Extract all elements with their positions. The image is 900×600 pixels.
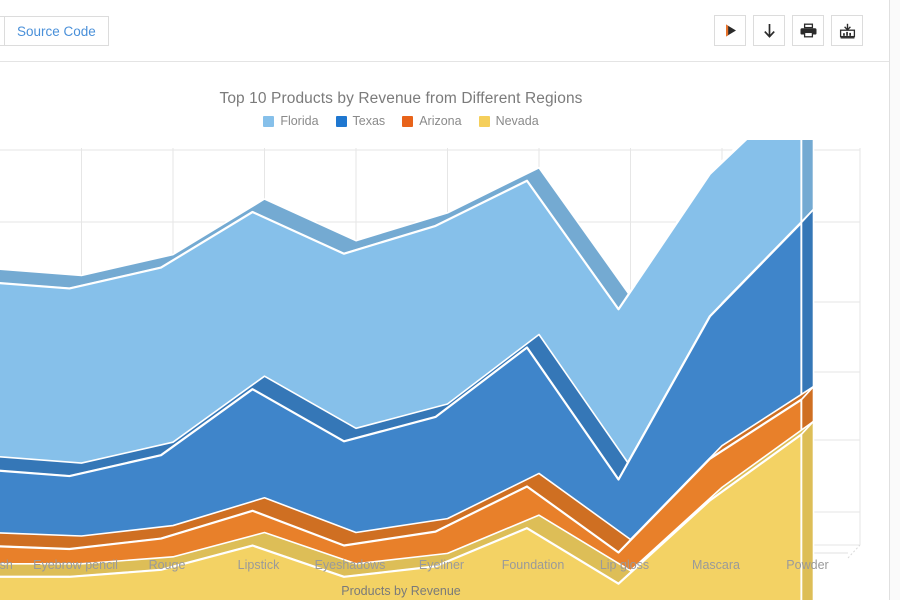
play-icon [723, 23, 738, 38]
toolbar-icon-group [714, 15, 863, 46]
legend-label: Arizona [419, 114, 462, 128]
x-tick-label: Mascara [692, 558, 740, 572]
download-button[interactable] [753, 15, 785, 46]
legend-label: Nevada [495, 114, 539, 128]
x-tick-label: Eyebrow pencil [33, 558, 118, 572]
print-icon [800, 23, 817, 38]
download-icon [762, 23, 777, 39]
export-chart-button[interactable] [831, 15, 863, 46]
area-right-face [800, 208, 815, 401]
legend-item-arizona[interactable]: Arizona [402, 114, 462, 128]
chart-card: Top 10 Products by Revenue from Differen… [0, 62, 890, 600]
x-tick-label: Foundation [501, 558, 565, 572]
x-tick-label: Eyeliner [418, 558, 465, 572]
chart-toolbar: Source Code [0, 0, 890, 62]
grid-line [847, 544, 861, 559]
source-code-button-group: Source Code [0, 16, 109, 46]
right-gutter [890, 0, 900, 600]
legend-swatch-icon [478, 115, 490, 127]
chart-plot-area [0, 140, 890, 600]
x-tick-label: Eyeshadows [314, 558, 386, 572]
x-axis-title: Products by Revenue [341, 584, 461, 598]
chart-page: Source Code Top 10 Products by Revenue f… [0, 0, 900, 600]
chart-legend: Florida Texas Arizona Nevada [0, 114, 802, 128]
chart-title: Top 10 Products by Revenue from Differen… [219, 90, 583, 107]
x-tick-label: Lip gloss [599, 558, 650, 572]
legend-item-florida[interactable]: Florida [263, 114, 319, 128]
legend-item-texas[interactable]: Texas [335, 114, 386, 128]
legend-swatch-icon [263, 115, 275, 127]
area-right-face [800, 140, 815, 224]
x-tick-label: Nail polish [0, 558, 13, 572]
x-axis-tick-labels: Nail polish Eyebrow pencil Rouge Lipstick Ey… [0, 558, 890, 580]
legend-swatch-icon [402, 115, 414, 127]
x-tick-label: Rouge [148, 558, 186, 572]
export-chart-icon [839, 23, 856, 39]
play-button[interactable] [714, 15, 746, 46]
stacked-area-chart-svg [0, 140, 861, 600]
legend-label: Florida [280, 114, 319, 128]
area-series-layer [0, 140, 815, 600]
legend-item-nevada[interactable]: Nevada [478, 114, 539, 128]
legend-swatch-icon [335, 115, 347, 127]
legend-label: Texas [352, 114, 386, 128]
source-code-button[interactable]: Source Code [4, 16, 109, 46]
print-button[interactable] [792, 15, 824, 46]
x-tick-label: Powder [786, 558, 829, 572]
x-tick-label: Lipstick [237, 558, 280, 572]
